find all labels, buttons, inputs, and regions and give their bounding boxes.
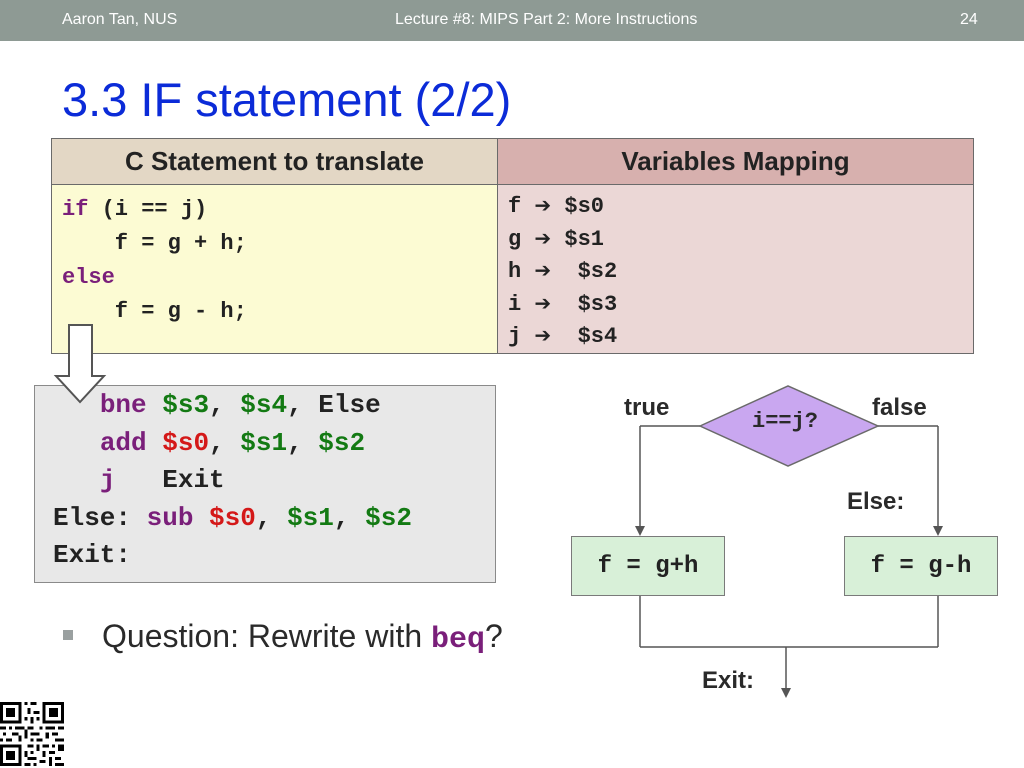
else-label: Else:: [847, 488, 905, 515]
flowchart: [635, 385, 943, 698]
condition-label: i==j?: [752, 409, 819, 434]
true-branch-box: f = g+h: [571, 536, 725, 596]
false-label: false: [872, 394, 927, 421]
true-label: true: [624, 394, 670, 421]
exit-label: Exit:: [702, 667, 755, 694]
false-branch-box: f = g-h: [844, 536, 998, 596]
qr-code-icon: [0, 702, 64, 766]
